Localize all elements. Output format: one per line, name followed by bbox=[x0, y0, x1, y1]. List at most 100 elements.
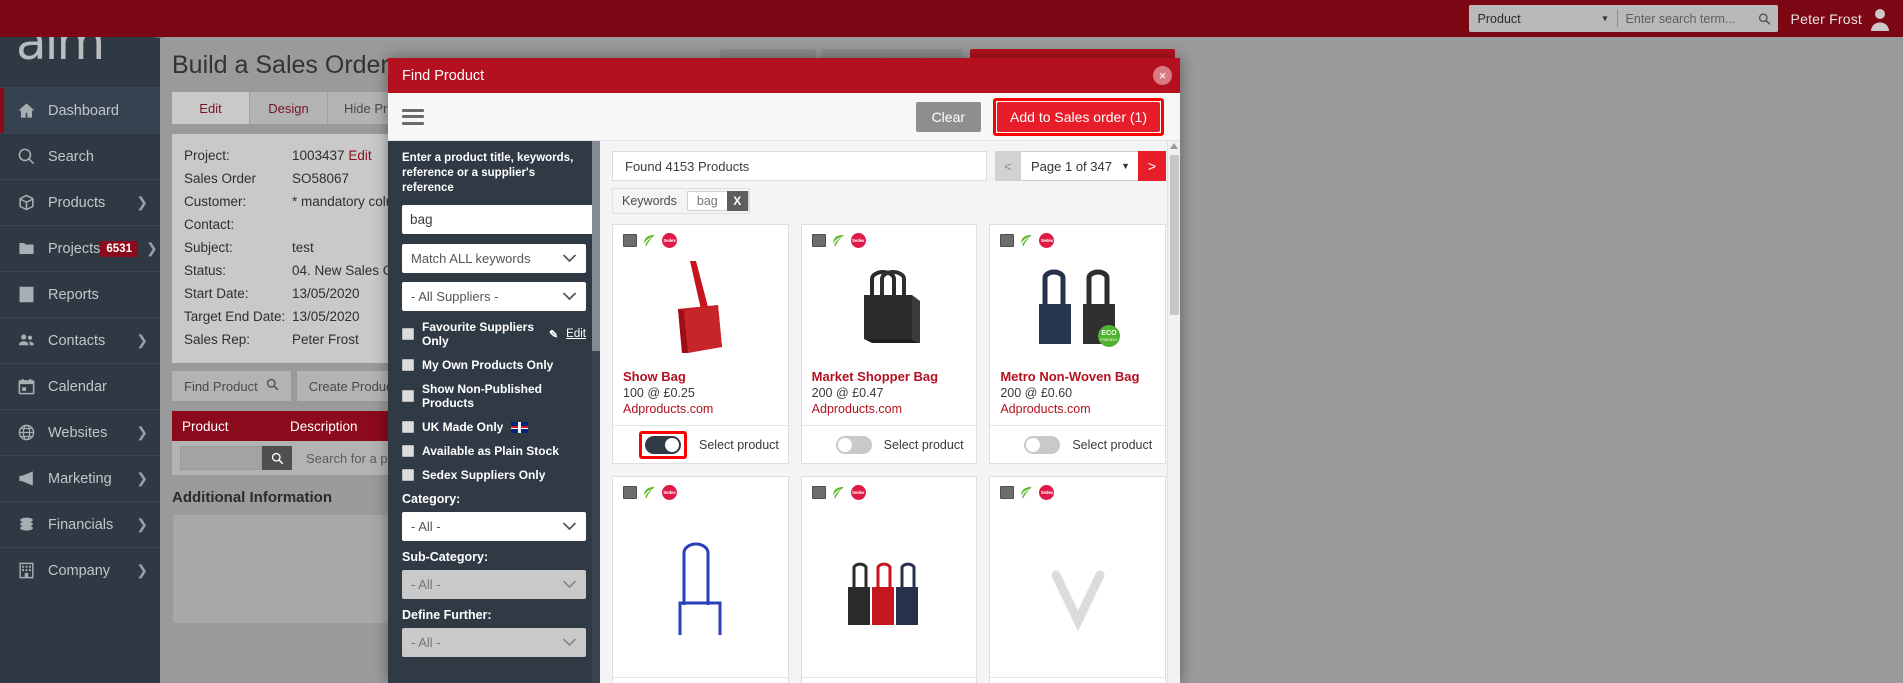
sidebar-item-calendar[interactable]: Calendar bbox=[0, 363, 160, 409]
sidebar-item-products[interactable]: Products ❯ bbox=[0, 179, 160, 225]
select-product-toggle[interactable] bbox=[835, 435, 872, 454]
checkbox-uk-made-only[interactable]: UK Made Only bbox=[402, 420, 586, 434]
product-card[interactable]: Sedex bbox=[989, 476, 1166, 683]
modal-scrollbar[interactable] bbox=[1167, 141, 1180, 683]
info-key: Customer: bbox=[184, 194, 247, 209]
folder-icon bbox=[16, 239, 36, 259]
scrollbar-thumb[interactable] bbox=[592, 141, 600, 351]
search-input[interactable] bbox=[1617, 5, 1778, 32]
clear-button[interactable]: Clear bbox=[915, 101, 982, 132]
scroll-up-arrow-icon[interactable] bbox=[1170, 143, 1178, 149]
chevron-right-icon: ❯ bbox=[145, 240, 158, 256]
match-mode-select[interactable]: Match ALL keywords bbox=[402, 244, 586, 273]
product-supplier[interactable]: Adproducts.com bbox=[812, 401, 977, 417]
checkbox-available-as-plain-stock[interactable]: Available as Plain Stock bbox=[402, 444, 586, 458]
info-key: Project: bbox=[184, 148, 230, 163]
pencil-icon[interactable]: ✎ bbox=[549, 328, 558, 341]
sidebar-item-contacts[interactable]: Contacts ❯ bbox=[0, 317, 160, 363]
product-meta bbox=[990, 669, 1165, 677]
sedex-badge-text: Sedex bbox=[663, 490, 676, 495]
product-card[interactable]: Sedex bbox=[612, 476, 789, 683]
book-icon bbox=[1000, 486, 1015, 499]
uk-flag-icon bbox=[511, 421, 529, 433]
modal-title: Find Product bbox=[402, 67, 485, 84]
hamburger-icon[interactable] bbox=[402, 108, 424, 125]
checkbox-sedex-suppliers-only[interactable]: Sedex Suppliers Only bbox=[402, 468, 586, 482]
tab-design[interactable]: Design bbox=[250, 92, 328, 124]
sidebar-item-financials[interactable]: Financials ❯ bbox=[0, 501, 160, 547]
sidebar-item-label: Marketing bbox=[48, 470, 112, 487]
sidebar-item-marketing[interactable]: Marketing ❯ bbox=[0, 455, 160, 501]
found-products-count: Found 4153 Products bbox=[612, 151, 987, 181]
checkbox-box[interactable] bbox=[402, 445, 414, 457]
filter-panel-scrollbar[interactable] bbox=[592, 141, 600, 683]
product-code-input[interactable] bbox=[180, 446, 262, 470]
product-supplier[interactable]: Adproducts.com bbox=[1000, 401, 1165, 417]
select-product-toggle[interactable] bbox=[1024, 435, 1061, 454]
sidebar-item-company[interactable]: Company ❯ bbox=[0, 547, 160, 593]
leaf-icon bbox=[831, 486, 846, 500]
sidebar-item-reports[interactable]: Reports bbox=[0, 271, 160, 317]
checkbox-my-own-products-only[interactable]: My Own Products Only bbox=[402, 358, 586, 372]
box-icon bbox=[16, 193, 36, 213]
checkbox-favourite-suppliers-only[interactable]: Favourite Suppliers Only ✎ Edit bbox=[402, 320, 586, 348]
supplier-select[interactable]: - All Suppliers - bbox=[402, 282, 586, 311]
checkbox-label: Available as Plain Stock bbox=[422, 444, 559, 458]
leaf-icon bbox=[642, 234, 657, 248]
info-value: 13/05/2020 bbox=[292, 309, 360, 324]
product-search-button[interactable] bbox=[262, 446, 292, 470]
product-card[interactable]: Sedex bbox=[800, 476, 978, 683]
find-product-button[interactable]: Find Product bbox=[172, 371, 291, 401]
add-to-sales-order-button[interactable]: Add to Sales order (1) bbox=[997, 101, 1160, 132]
keyword-remove-button[interactable]: X bbox=[726, 191, 748, 211]
category-select[interactable]: - All - bbox=[402, 512, 586, 541]
globe-icon bbox=[16, 423, 36, 443]
column-header-description: Description bbox=[290, 418, 358, 434]
leaf-icon bbox=[1019, 486, 1034, 500]
top-header-bar: Product ▾ Peter Frost bbox=[0, 0, 1903, 37]
subcategory-select[interactable]: - All - bbox=[402, 570, 586, 599]
product-image bbox=[613, 248, 788, 368]
checkbox-box[interactable] bbox=[402, 328, 414, 340]
product-badges: Sedex bbox=[613, 477, 788, 500]
sidebar-item-projects[interactable]: Projects 6531 ❯ bbox=[0, 225, 160, 271]
header-right-cluster: Product ▾ Peter Frost bbox=[1468, 5, 1891, 32]
tab-edit[interactable]: Edit bbox=[172, 92, 250, 124]
info-value-text: 1003437 bbox=[292, 148, 345, 163]
scrollbar-thumb[interactable] bbox=[1170, 155, 1179, 315]
book-icon bbox=[623, 234, 637, 247]
product-price: 200 @ £0.60 bbox=[1000, 386, 1073, 400]
page-select[interactable]: Page 1 of 347 bbox=[1021, 151, 1138, 181]
checkbox-box[interactable] bbox=[402, 469, 414, 481]
close-icon[interactable]: × bbox=[1153, 66, 1172, 85]
sidebar-item-dashboard[interactable]: Dashboard bbox=[0, 87, 160, 133]
sidebar-item-label: Calendar bbox=[48, 378, 107, 395]
favourite-suppliers-edit-link[interactable]: Edit bbox=[566, 328, 586, 340]
toggle-knob bbox=[1026, 437, 1041, 452]
checkbox-box[interactable] bbox=[402, 359, 414, 371]
sidebar-item-websites[interactable]: Websites ❯ bbox=[0, 409, 160, 455]
avatar[interactable] bbox=[1869, 7, 1891, 31]
product-name[interactable]: Show Bag bbox=[623, 368, 788, 385]
product-card-footer: Select product bbox=[801, 677, 977, 683]
product-card-footer: Select product bbox=[613, 425, 788, 463]
select-product-toggle[interactable] bbox=[645, 435, 681, 454]
filter-panel: Enter a product title, keywords, referen… bbox=[388, 141, 600, 683]
checkbox-box[interactable] bbox=[402, 390, 414, 402]
next-page-button[interactable]: > bbox=[1138, 151, 1166, 181]
checkbox-box[interactable] bbox=[402, 421, 414, 433]
sidebar-item-search[interactable]: Search bbox=[0, 133, 160, 179]
product-card[interactable]: Sedex Show Bag 100 @ £0.25 Adproducts.co… bbox=[612, 224, 789, 464]
previous-page-button[interactable]: < bbox=[995, 151, 1021, 181]
define-further-select[interactable]: - All - bbox=[402, 628, 586, 657]
product-supplier[interactable]: Adproducts.com bbox=[623, 401, 788, 417]
product-name[interactable]: Metro Non-Woven Bag bbox=[1000, 368, 1165, 385]
keyword-search-input[interactable] bbox=[402, 205, 595, 234]
product-card[interactable]: Sedex ECO FRIENDLY Metro Non-Woven Bag 2… bbox=[989, 224, 1166, 464]
product-card-footer: Select product bbox=[990, 677, 1165, 683]
product-name[interactable]: Market Shopper Bag bbox=[812, 368, 977, 385]
project-edit-link[interactable]: Edit bbox=[348, 148, 371, 163]
search-scope-select[interactable]: Product bbox=[1468, 5, 1617, 32]
checkbox-show-non-published-products[interactable]: Show Non-Published Products bbox=[402, 382, 586, 410]
product-card[interactable]: Sedex Market Shopper Bag 200 @ £0.47 Adp… bbox=[800, 224, 978, 464]
